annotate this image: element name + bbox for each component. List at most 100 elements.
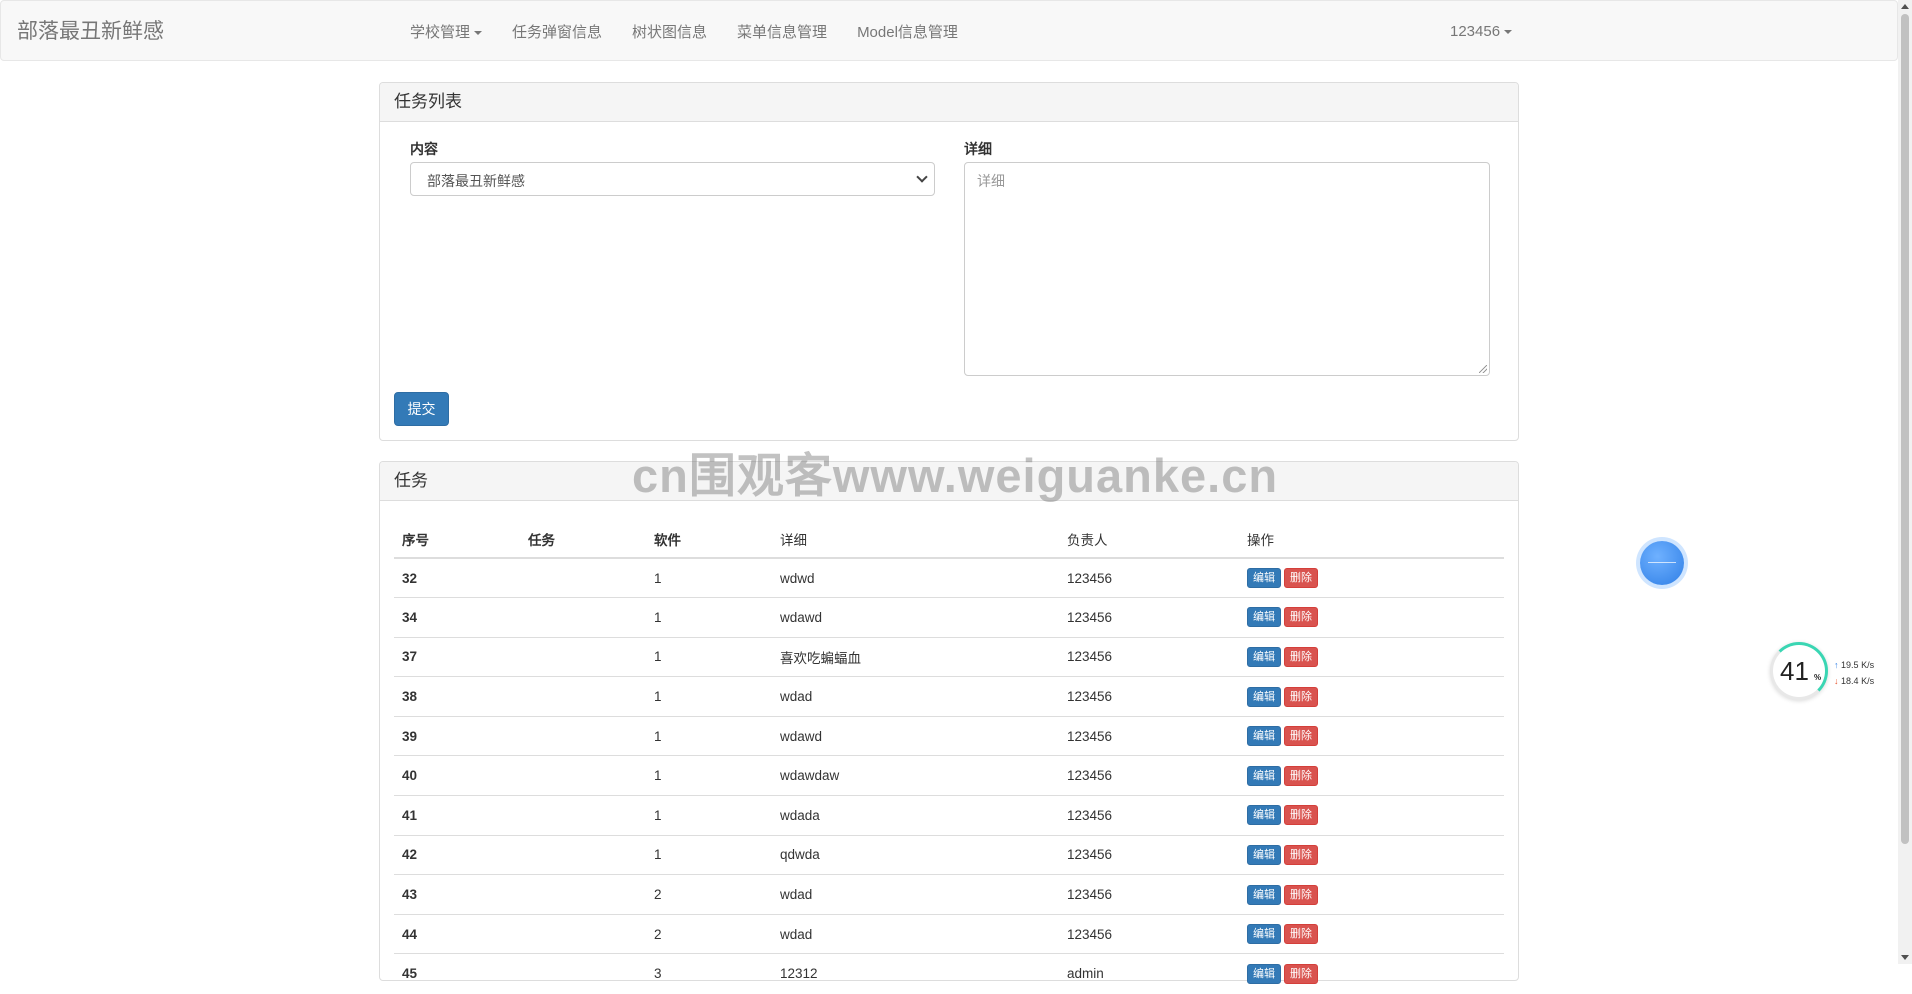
monitor-percent-unit: % xyxy=(1814,673,1822,682)
detail-placeholder: 详细 xyxy=(977,173,1005,189)
edit-button[interactable]: 编辑 xyxy=(1247,805,1281,826)
edit-button[interactable]: 编辑 xyxy=(1247,924,1281,945)
cell-owner: admin xyxy=(1059,953,1239,994)
user-dropdown[interactable]: 123456 xyxy=(1435,23,1527,40)
delete-button[interactable]: 删除 xyxy=(1284,726,1318,747)
cell-task xyxy=(520,597,646,638)
cell-owner: 123456 xyxy=(1059,715,1239,756)
scroll-down-icon[interactable] xyxy=(1901,955,1909,960)
table-row: 37 1 喜欢吃蝙蝠血 123456 编辑 删除 xyxy=(394,636,1504,677)
cell-id: 44 xyxy=(394,913,520,954)
cell-software: 1 xyxy=(646,676,772,717)
cell-id: 43 xyxy=(394,874,520,915)
cell-actions: 编辑 删除 xyxy=(1239,597,1504,638)
cell-detail: wdada xyxy=(772,795,1059,836)
cell-task xyxy=(520,795,646,836)
caret-down-icon xyxy=(474,31,483,36)
cell-software: 2 xyxy=(646,874,772,915)
top-navbar: 部落最丑新鲜感 学校管理 任务弹窗信息 树状图信息 菜单信息管理 Model信息… xyxy=(0,0,1898,61)
network-monitor-widget[interactable]: 41 % ↑ 19.5 K/s ↓ 18.4 K/s xyxy=(1770,642,1900,700)
cell-owner: 123456 xyxy=(1059,676,1239,717)
download-value: 18.4 xyxy=(1841,676,1859,686)
delete-button[interactable]: 删除 xyxy=(1284,686,1318,707)
cell-id: 39 xyxy=(394,715,520,756)
delete-button[interactable]: 删除 xyxy=(1284,607,1318,628)
cell-actions: 编辑 删除 xyxy=(1239,913,1504,954)
scroll-up-icon[interactable] xyxy=(1901,4,1909,9)
cell-task xyxy=(520,913,646,954)
cell-owner: 123456 xyxy=(1059,874,1239,915)
content-select-value: 部落最丑新鲜感 xyxy=(427,173,525,189)
submit-button[interactable]: 提交 xyxy=(394,392,449,426)
cell-actions: 编辑 删除 xyxy=(1239,557,1504,598)
delete-button[interactable]: 删除 xyxy=(1284,646,1318,667)
brand-link[interactable]: 部落最丑新鲜感 xyxy=(17,15,164,45)
delete-button[interactable]: 删除 xyxy=(1284,884,1318,905)
cell-software: 1 xyxy=(646,834,772,875)
user-name: 123456 xyxy=(1450,23,1501,40)
delete-button[interactable]: 删除 xyxy=(1284,805,1318,826)
nav-menu-management[interactable]: 菜单信息管理 xyxy=(722,21,842,42)
content-select[interactable]: 部落最丑新鲜感 xyxy=(410,162,935,196)
cell-software: 1 xyxy=(646,755,772,796)
nav-model-management[interactable]: Model信息管理 xyxy=(842,21,973,42)
cell-owner: 123456 xyxy=(1059,913,1239,954)
table-row: 34 1 wdawd 123456 编辑 删除 xyxy=(394,597,1504,638)
cell-id: 34 xyxy=(394,597,520,638)
edit-button[interactable]: 编辑 xyxy=(1247,646,1281,667)
nav-task-popup-info[interactable]: 任务弹窗信息 xyxy=(497,21,617,42)
user-menu: 123456 xyxy=(1435,1,1527,62)
table-row: 38 1 wdad 123456 编辑 删除 xyxy=(394,676,1504,717)
task-table: 序号 任务 软件 详细 负责人 操作 32 1 wdwd 123456 编辑 删除 34 1 w… xyxy=(394,520,1504,994)
cell-id: 41 xyxy=(394,795,520,836)
download-unit: K/s xyxy=(1861,676,1875,686)
table-row: 41 1 wdada 123456 编辑 删除 xyxy=(394,795,1504,836)
cell-task xyxy=(520,715,646,756)
edit-button[interactable]: 编辑 xyxy=(1247,844,1281,865)
cell-id: 45 xyxy=(394,953,520,994)
edit-button[interactable]: 编辑 xyxy=(1247,963,1281,984)
scrollbar-thumb[interactable] xyxy=(1901,14,1909,844)
cell-task xyxy=(520,557,646,598)
delete-button[interactable]: 删除 xyxy=(1284,765,1318,786)
cell-id: 38 xyxy=(394,676,520,717)
table-row: 42 1 qdwda 123456 编辑 删除 xyxy=(394,834,1504,875)
cell-id: 42 xyxy=(394,834,520,875)
cell-owner: 123456 xyxy=(1059,755,1239,796)
nav-school-management[interactable]: 学校管理 xyxy=(395,21,497,42)
resize-handle-icon[interactable] xyxy=(1479,365,1487,373)
edit-button[interactable]: 编辑 xyxy=(1247,884,1281,905)
edit-button[interactable]: 编辑 xyxy=(1247,686,1281,707)
delete-button[interactable]: 删除 xyxy=(1284,924,1318,945)
cell-software: 2 xyxy=(646,913,772,954)
page-scrollbar[interactable] xyxy=(1898,0,1912,964)
cell-detail: wdwd xyxy=(772,557,1059,598)
upload-value: 19.5 xyxy=(1841,660,1859,670)
cell-software: 1 xyxy=(646,636,772,677)
detail-label: 详细 xyxy=(964,141,992,157)
delete-button[interactable]: 删除 xyxy=(1284,963,1318,984)
cell-id: 32 xyxy=(394,557,520,598)
edit-button[interactable]: 编辑 xyxy=(1247,726,1281,747)
cell-task xyxy=(520,755,646,796)
arrow-up-icon: ↑ xyxy=(1834,660,1839,670)
floating-assistant-ball[interactable] xyxy=(1640,541,1684,585)
delete-button[interactable]: 删除 xyxy=(1284,568,1318,589)
cell-owner: 123456 xyxy=(1059,834,1239,875)
detail-textarea[interactable]: 详细 xyxy=(964,162,1490,376)
edit-button[interactable]: 编辑 xyxy=(1247,568,1281,589)
nav-school-label: 学校管理 xyxy=(410,24,471,41)
table-body: 32 1 wdwd 123456 编辑 删除 34 1 wdawd 123456 编辑 删除 37 1 喜欢… xyxy=(394,557,1504,994)
col-header-detail: 详细 xyxy=(772,520,1059,559)
cell-actions: 编辑 删除 xyxy=(1239,636,1504,677)
task-form-panel: 任务列表 内容 部落最丑新鲜感 详细 详细 提交 xyxy=(379,82,1519,441)
delete-button[interactable]: 删除 xyxy=(1284,844,1318,865)
cell-software: 3 xyxy=(646,953,772,994)
edit-button[interactable]: 编辑 xyxy=(1247,607,1281,628)
cell-actions: 编辑 删除 xyxy=(1239,953,1504,994)
cell-software: 1 xyxy=(646,597,772,638)
edit-button[interactable]: 编辑 xyxy=(1247,765,1281,786)
table-row: 43 2 wdad 123456 编辑 删除 xyxy=(394,874,1504,915)
table-row: 40 1 wdawdaw 123456 编辑 删除 xyxy=(394,755,1504,796)
nav-tree-info[interactable]: 树状图信息 xyxy=(617,21,722,42)
